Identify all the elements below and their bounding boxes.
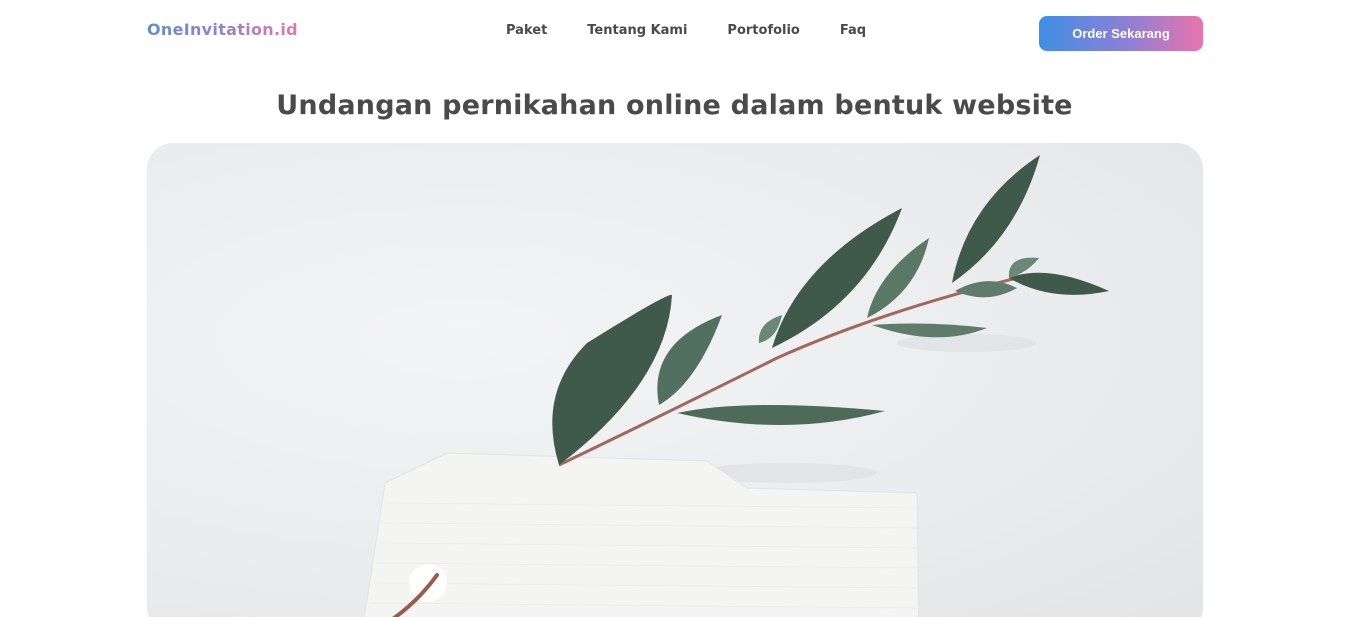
nav-link-faq[interactable]: Faq bbox=[840, 23, 866, 38]
hero-title: Undangan pernikahan online dalam bentuk … bbox=[276, 90, 1073, 121]
nav-link-portofolio[interactable]: Portofolio bbox=[727, 23, 799, 38]
nav-links: Paket Tentang Kami Portofolio Faq bbox=[506, 23, 866, 38]
navbar: OneInvitation.id Paket Tentang Kami Port… bbox=[0, 0, 1349, 66]
logo[interactable]: OneInvitation.id bbox=[147, 20, 298, 39]
hero-image bbox=[147, 143, 1203, 617]
order-now-button[interactable]: Order Sekarang bbox=[1039, 16, 1203, 51]
nav-link-tentang-kami[interactable]: Tentang Kami bbox=[587, 23, 687, 38]
nav-link-paket[interactable]: Paket bbox=[506, 23, 547, 38]
eucalyptus-illustration bbox=[363, 155, 1109, 617]
